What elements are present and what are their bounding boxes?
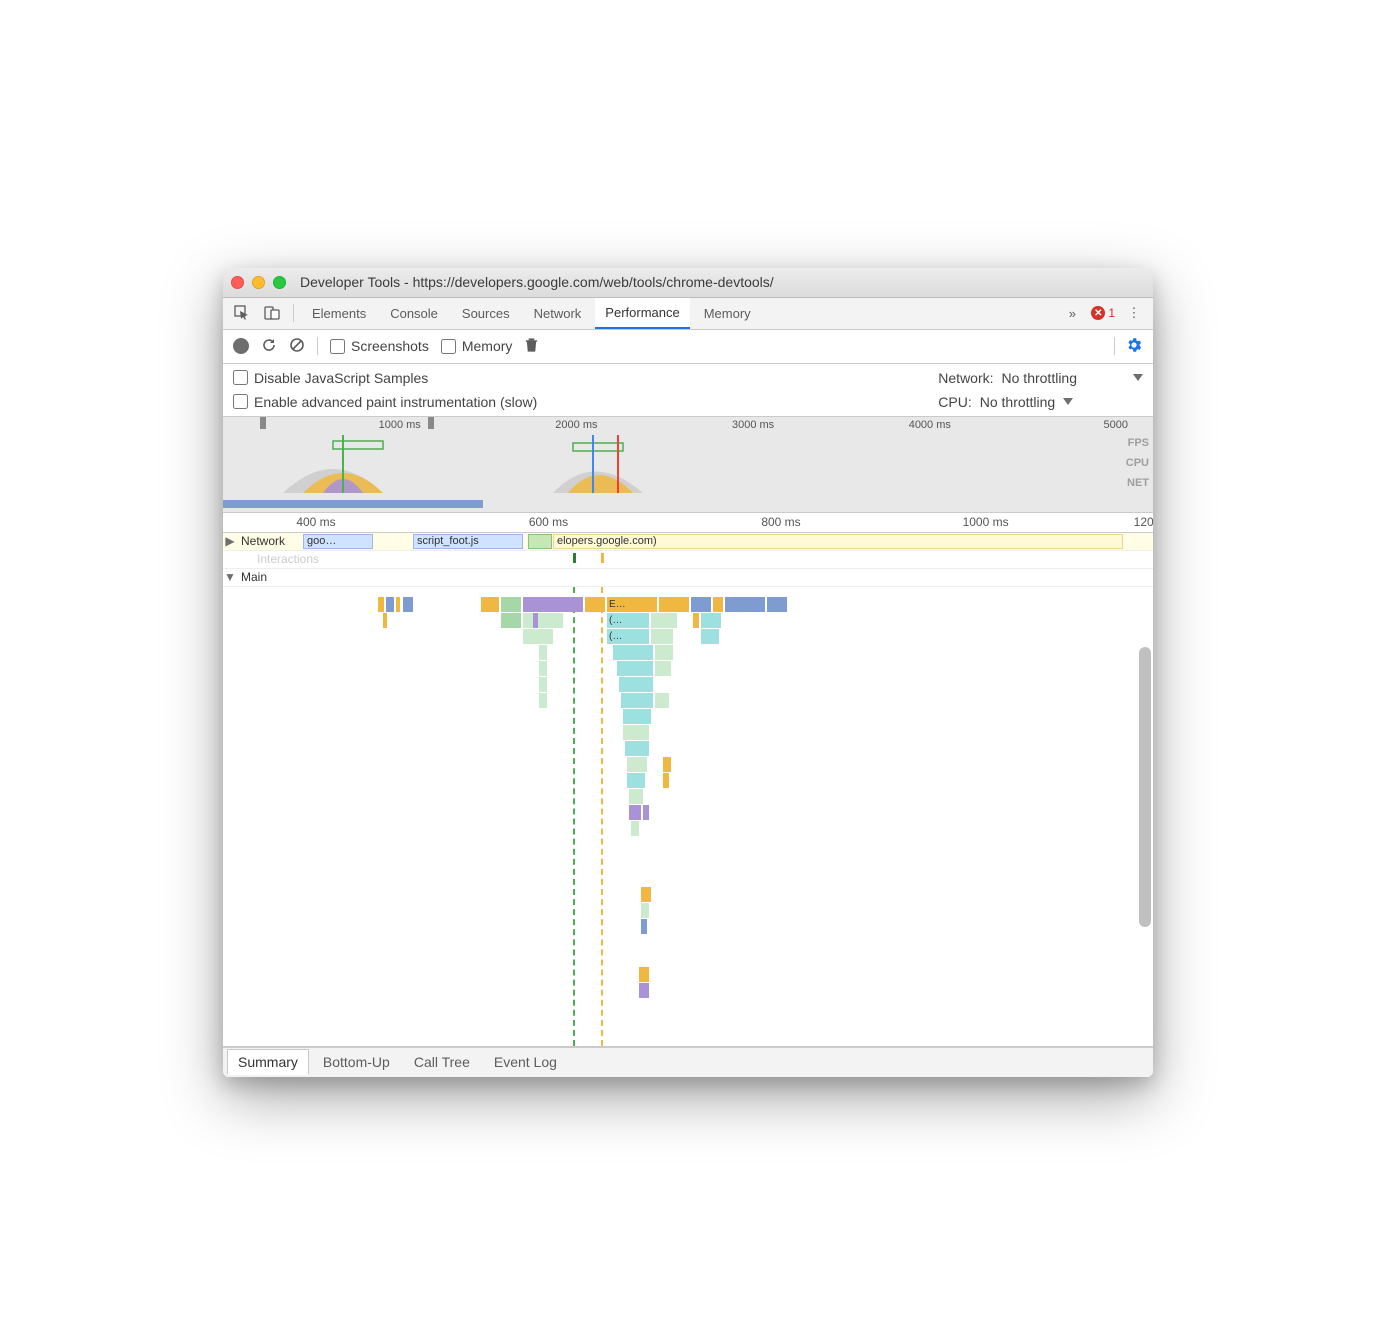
tab-elements[interactable]: Elements bbox=[302, 298, 376, 329]
main-track-header[interactable]: ▼ Main bbox=[223, 569, 1153, 587]
minimize-icon[interactable] bbox=[252, 276, 265, 289]
scrollbar[interactable] bbox=[1139, 647, 1151, 927]
flamechart-ruler[interactable]: 400 ms 600 ms 800 ms 1000 ms 120 bbox=[223, 513, 1153, 533]
tab-bottom-up[interactable]: Bottom-Up bbox=[313, 1050, 400, 1074]
traffic-lights bbox=[231, 276, 286, 289]
network-throttle-select[interactable]: Network: No throttling bbox=[938, 370, 1143, 386]
clear-button[interactable] bbox=[289, 337, 305, 356]
error-count-badge[interactable]: ✕ 1 bbox=[1091, 306, 1115, 320]
tracks-panel: ▶ Network goo… script_foot.js elopers.go… bbox=[223, 533, 1153, 1047]
reload-button[interactable] bbox=[261, 337, 277, 356]
device-toolbar-icon[interactable] bbox=[259, 300, 285, 326]
error-count: 1 bbox=[1108, 306, 1115, 320]
network-request-item[interactable]: goo… bbox=[303, 534, 373, 549]
details-tabbar: Summary Bottom-Up Call Tree Event Log bbox=[223, 1047, 1153, 1077]
divider bbox=[293, 304, 294, 322]
overview-ticks: 1000 ms 2000 ms 3000 ms 4000 ms 5000 bbox=[223, 417, 1153, 435]
inspect-element-icon[interactable] bbox=[229, 300, 255, 326]
window-title: Developer Tools - https://developers.goo… bbox=[300, 274, 1145, 290]
divider bbox=[317, 337, 318, 355]
record-button[interactable] bbox=[233, 338, 249, 354]
network-track[interactable]: ▶ Network goo… script_foot.js elopers.go… bbox=[223, 533, 1153, 551]
overview-labels: FPS CPU NET bbox=[1126, 437, 1149, 489]
close-icon[interactable] bbox=[231, 276, 244, 289]
chevron-down-icon bbox=[1133, 374, 1143, 381]
more-tabs-icon[interactable]: » bbox=[1059, 300, 1085, 326]
tab-summary[interactable]: Summary bbox=[227, 1049, 309, 1075]
tab-network[interactable]: Network bbox=[524, 298, 592, 329]
performance-toolbar: Screenshots Memory bbox=[223, 330, 1153, 364]
capture-settings-icon[interactable] bbox=[1125, 336, 1143, 357]
flamechart[interactable]: E… (… (… bbox=[223, 587, 1153, 1047]
tab-memory[interactable]: Memory bbox=[694, 298, 761, 329]
disable-js-samples-checkbox[interactable]: Disable JavaScript Samples bbox=[233, 370, 537, 386]
tab-performance[interactable]: Performance bbox=[595, 298, 689, 329]
kebab-menu-icon[interactable]: ⋮ bbox=[1121, 300, 1147, 326]
expand-icon[interactable]: ▶ bbox=[223, 534, 237, 548]
network-request-item[interactable]: script_foot.js bbox=[413, 534, 523, 549]
chevron-down-icon bbox=[1063, 398, 1073, 405]
advanced-paint-checkbox[interactable]: Enable advanced paint instrumentation (s… bbox=[233, 394, 537, 410]
capture-options: Disable JavaScript Samples Enable advanc… bbox=[223, 364, 1153, 417]
error-icon: ✕ bbox=[1091, 306, 1105, 320]
screenshots-checkbox[interactable]: Screenshots bbox=[330, 338, 429, 354]
tab-event-log[interactable]: Event Log bbox=[484, 1050, 567, 1074]
memory-checkbox[interactable]: Memory bbox=[441, 338, 513, 354]
network-request-item[interactable]: elopers.google.com) bbox=[553, 534, 1123, 549]
interactions-track[interactable]: ▶ Interactions bbox=[223, 551, 1153, 569]
maximize-icon[interactable] bbox=[273, 276, 286, 289]
overview-net-bar bbox=[223, 500, 483, 508]
collapse-icon[interactable]: ▼ bbox=[223, 570, 237, 584]
panel-tabbar: Elements Console Sources Network Perform… bbox=[223, 298, 1153, 330]
garbage-collect-icon[interactable] bbox=[524, 337, 539, 356]
devtools-window: Developer Tools - https://developers.goo… bbox=[223, 268, 1153, 1077]
tab-sources[interactable]: Sources bbox=[452, 298, 520, 329]
overview-timeline[interactable]: 1000 ms 2000 ms 3000 ms 4000 ms 5000 FPS… bbox=[223, 417, 1153, 513]
divider bbox=[1114, 337, 1115, 355]
tab-call-tree[interactable]: Call Tree bbox=[404, 1050, 480, 1074]
network-request-item[interactable] bbox=[528, 534, 552, 549]
cpu-throttle-select[interactable]: CPU: No throttling bbox=[938, 394, 1073, 410]
tab-console[interactable]: Console bbox=[380, 298, 448, 329]
titlebar: Developer Tools - https://developers.goo… bbox=[223, 268, 1153, 298]
